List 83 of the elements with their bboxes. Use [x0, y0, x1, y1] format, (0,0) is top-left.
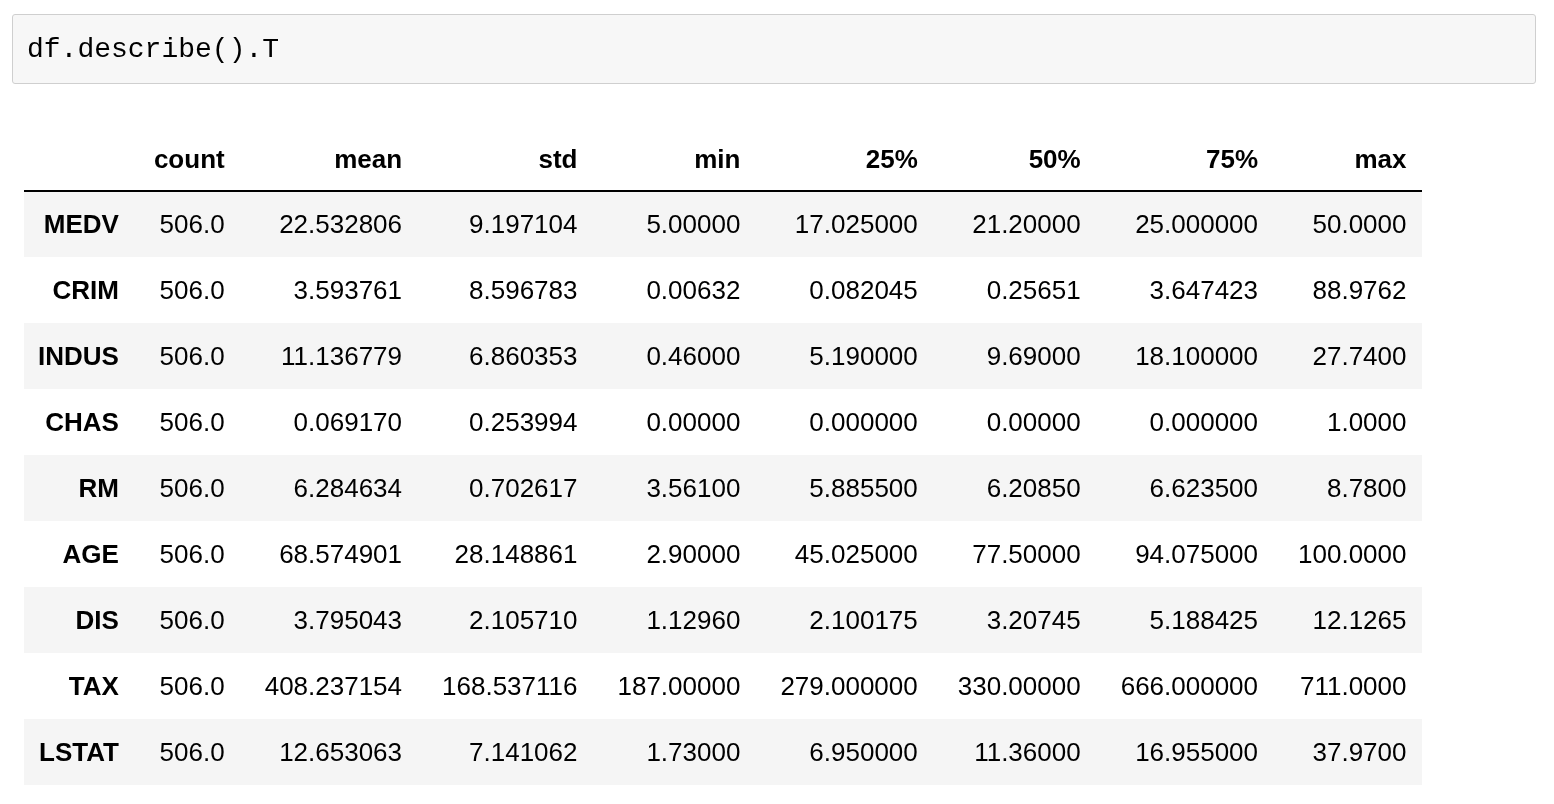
table-cell: 506.0 [128, 323, 240, 389]
row-label: AGE [24, 521, 129, 587]
table-cell: 506.0 [128, 257, 240, 323]
table-cell: 77.50000 [932, 521, 1096, 587]
table-cell: 17.025000 [755, 191, 933, 257]
table-cell: 6.623500 [1095, 455, 1274, 521]
row-label: MEDV [24, 191, 129, 257]
table-cell: 1.12960 [592, 587, 756, 653]
table-cell: 45.025000 [755, 521, 933, 587]
table-cell: 0.082045 [755, 257, 933, 323]
table-cell: 506.0 [128, 653, 240, 719]
table-cell: 1.0000 [1273, 389, 1422, 455]
table-cell: 506.0 [128, 389, 240, 455]
table-cell: 21.20000 [932, 191, 1096, 257]
table-cell: 6.950000 [755, 719, 933, 785]
table-cell: 506.0 [128, 587, 240, 653]
table-cell: 6.860353 [417, 323, 593, 389]
row-label: TAX [24, 653, 129, 719]
table-cell: 12.653063 [239, 719, 418, 785]
row-label: RM [24, 455, 129, 521]
table-cell: 22.532806 [239, 191, 418, 257]
table-cell: 28.148861 [417, 521, 593, 587]
table-cell: 506.0 [128, 719, 240, 785]
table-cell: 1.73000 [592, 719, 756, 785]
table-cell: 279.000000 [755, 653, 933, 719]
table-cell: 5.00000 [592, 191, 756, 257]
table-cell: 0.25651 [932, 257, 1096, 323]
table-cell: 0.069170 [239, 389, 418, 455]
table-cell: 100.0000 [1273, 521, 1422, 587]
table-cell: 3.20745 [932, 587, 1096, 653]
table-cell: 6.20850 [932, 455, 1096, 521]
table-cell: 506.0 [128, 455, 240, 521]
table-cell: 3.56100 [592, 455, 756, 521]
table-cell: 3.795043 [239, 587, 418, 653]
row-label: INDUS [24, 323, 129, 389]
table-cell: 0.000000 [1095, 389, 1274, 455]
table-cell: 187.00000 [592, 653, 756, 719]
table-cell: 11.136779 [239, 323, 418, 389]
table-cell: 0.702617 [417, 455, 593, 521]
code-text: df.describe().T [27, 33, 280, 65]
table-cell: 94.075000 [1095, 521, 1274, 587]
table-cell: 506.0 [128, 191, 240, 257]
table-cell: 5.188425 [1095, 587, 1274, 653]
table-cell: 50.0000 [1273, 191, 1422, 257]
table-cell: 0.00000 [592, 389, 756, 455]
row-label: CHAS [24, 389, 129, 455]
table-cell: 6.284634 [239, 455, 418, 521]
table-cell: 8.7800 [1273, 455, 1422, 521]
table-cell: 0.00000 [932, 389, 1096, 455]
table-cell: 9.69000 [932, 323, 1096, 389]
table-cell: 5.885500 [755, 455, 933, 521]
table-cell: 37.9700 [1273, 719, 1422, 785]
table-cell: 5.190000 [755, 323, 933, 389]
code-cell[interactable]: df.describe().T [12, 14, 1536, 84]
table-cell: 168.537116 [417, 653, 593, 719]
table-cell: 7.141062 [417, 719, 593, 785]
table-cell: 68.574901 [239, 521, 418, 587]
table-cell: 2.100175 [755, 587, 933, 653]
table-cell: 25.000000 [1095, 191, 1274, 257]
table-cell: 8.596783 [417, 257, 593, 323]
table-cell: 711.0000 [1273, 653, 1422, 719]
table-cell: 2.90000 [592, 521, 756, 587]
row-label: DIS [24, 587, 129, 653]
table-cell: 18.100000 [1095, 323, 1274, 389]
table-cell: 12.1265 [1273, 587, 1422, 653]
table-cell: 27.7400 [1273, 323, 1422, 389]
table-cell: 9.197104 [417, 191, 593, 257]
table-cell: 88.9762 [1273, 257, 1422, 323]
table-cell: 330.00000 [932, 653, 1096, 719]
table-cell: 0.253994 [417, 389, 593, 455]
table-cell: 408.237154 [239, 653, 418, 719]
table-cell: 2.105710 [417, 587, 593, 653]
table-cell: 3.647423 [1095, 257, 1274, 323]
table-cell: 0.46000 [592, 323, 756, 389]
row-label: LSTAT [24, 719, 129, 785]
table-cell: 0.00632 [592, 257, 756, 323]
table-cell: 16.955000 [1095, 719, 1274, 785]
table-cell: 506.0 [128, 521, 240, 587]
table-cell: 3.593761 [239, 257, 418, 323]
table-cell: 11.36000 [932, 719, 1096, 785]
row-label: CRIM [24, 257, 129, 323]
table-cell: 666.000000 [1095, 653, 1274, 719]
table-cell: 0.000000 [755, 389, 933, 455]
